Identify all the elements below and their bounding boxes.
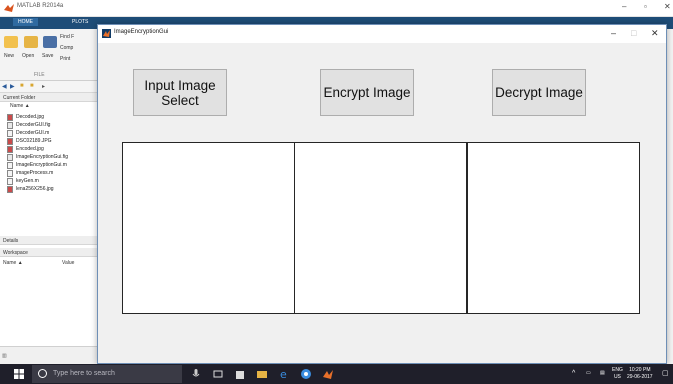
forward-arrow-icon[interactable]: ▶ xyxy=(10,83,15,90)
battery-icon[interactable]: ▭ xyxy=(586,370,591,377)
list-item[interactable]: imageProcess.m xyxy=(7,170,97,177)
input-language[interactable]: ENG US xyxy=(612,367,623,381)
close-icon[interactable]: ✕ xyxy=(664,2,671,11)
browse-folder-icon[interactable]: ■ xyxy=(30,83,34,89)
new-button[interactable]: New xyxy=(4,53,14,59)
fig-file-icon xyxy=(7,154,13,161)
image-file-icon xyxy=(7,186,13,193)
figure-titlebar[interactable]: ImageEncryptionGui – □ ✕ xyxy=(98,25,666,43)
file-group-label: FILE xyxy=(34,72,45,78)
keyboard-icon[interactable]: ▤ xyxy=(600,370,605,377)
encrypt-image-button[interactable]: Encrypt Image xyxy=(320,69,414,116)
save-button[interactable]: Save xyxy=(42,53,53,59)
restore-icon[interactable]: ▫ xyxy=(644,2,647,11)
fig-file-icon xyxy=(7,122,13,129)
workspace-header: Workspace xyxy=(0,248,98,257)
m-file-icon xyxy=(7,162,13,169)
matlab-logo-icon xyxy=(4,4,14,12)
close-icon[interactable]: ✕ xyxy=(651,28,659,39)
open-folder-icon[interactable] xyxy=(24,36,38,48)
tray-chevron-icon[interactable]: ^ xyxy=(572,370,575,377)
list-item[interactable]: keyGen.m xyxy=(7,178,97,185)
details-header[interactable]: Details xyxy=(0,236,98,245)
input-image-select-button[interactable]: Input Image Select xyxy=(133,69,227,116)
windows-start-icon[interactable] xyxy=(14,369,24,379)
list-item[interactable]: Encoded.jpg xyxy=(7,146,97,153)
image-file-icon xyxy=(7,146,13,153)
image-encryption-gui-window: ImageEncryptionGui – □ ✕ Input Image Sel… xyxy=(97,24,667,364)
print-button[interactable]: Print xyxy=(60,56,70,62)
taskbar-search-box[interactable]: Type here to search xyxy=(32,365,182,383)
minimize-icon[interactable]: – xyxy=(611,28,616,38)
decrypted-image-axes xyxy=(467,142,640,314)
name-column-header[interactable]: Name ▲ xyxy=(10,103,30,109)
matlab-window-title: MATLAB R2014a xyxy=(17,3,64,9)
status-grip-icon: ▥ xyxy=(2,353,7,359)
matlab-taskbar-icon[interactable] xyxy=(322,368,334,380)
matlab-right-panel-edge xyxy=(666,29,673,364)
list-item[interactable]: ImageEncryptionGui.m xyxy=(7,162,97,169)
folder-up-icon[interactable]: ■ xyxy=(20,83,24,89)
microphone-icon[interactable] xyxy=(190,368,202,380)
new-icon[interactable] xyxy=(4,36,18,48)
list-item[interactable]: DecoderGUI.fig xyxy=(7,122,97,129)
m-file-icon xyxy=(7,178,13,185)
m-file-icon xyxy=(7,170,13,177)
minimize-icon[interactable]: – xyxy=(622,2,626,11)
figure-title: ImageEncryptionGui xyxy=(114,29,169,35)
chrome-icon[interactable] xyxy=(300,368,312,380)
matlab-figure-icon xyxy=(102,29,111,38)
edge-browser-icon[interactable]: e xyxy=(278,368,290,380)
maximize-icon[interactable]: □ xyxy=(631,28,636,38)
tab-home[interactable]: HOME xyxy=(13,18,38,26)
image-file-icon xyxy=(7,114,13,121)
decrypt-image-button[interactable]: Decrypt Image xyxy=(492,69,586,116)
cortana-search-icon xyxy=(38,369,47,378)
open-button[interactable]: Open xyxy=(22,53,34,59)
workspace-value-column[interactable]: Value xyxy=(62,260,74,266)
clock[interactable]: 10:20 PM 29-06-2017 xyxy=(627,367,653,381)
current-folder-panel: Name ▲ Decoded.jpg DecoderGUI.fig Decode… xyxy=(0,102,98,233)
input-image-axes xyxy=(122,142,295,314)
tab-plots[interactable]: PLOTS xyxy=(72,19,88,25)
file-explorer-icon[interactable] xyxy=(256,368,268,380)
find-files-button[interactable]: Find F xyxy=(60,34,74,40)
matlab-status-bar: ▥ xyxy=(0,346,98,364)
matlab-titlebar: MATLAB R2014a – ▫ ✕ xyxy=(0,0,673,17)
workspace-panel: Name ▲ Value xyxy=(0,258,98,346)
image-file-icon xyxy=(7,138,13,145)
folder-address-bar[interactable]: ◀ ▶ ■ ■ ▸ xyxy=(0,81,98,93)
svg-text:e: e xyxy=(280,368,287,380)
encrypted-image-axes xyxy=(294,142,467,314)
store-icon[interactable] xyxy=(234,368,246,380)
path-chevron-icon: ▸ xyxy=(42,84,46,90)
workspace-name-column[interactable]: Name ▲ xyxy=(3,260,23,266)
compare-button[interactable]: Comp xyxy=(60,45,73,51)
save-icon[interactable] xyxy=(43,36,57,48)
action-center-icon[interactable]: ▢ xyxy=(662,370,669,377)
windows-taskbar: Type here to search e ^ ▭ ▤ ENG US 10:20 … xyxy=(0,364,673,384)
current-folder-header: Current Folder xyxy=(0,93,98,102)
search-placeholder: Type here to search xyxy=(53,370,115,377)
list-item[interactable]: ImageEncryptionGui.fig xyxy=(7,154,97,161)
list-item[interactable]: lena256X256.jpg xyxy=(7,186,97,193)
back-arrow-icon[interactable]: ◀ xyxy=(2,83,7,90)
m-file-icon xyxy=(7,130,13,137)
list-item[interactable]: Decoded.jpg xyxy=(7,114,97,121)
task-view-icon[interactable] xyxy=(212,368,224,380)
list-item[interactable]: DecoderGUI.m xyxy=(7,130,97,137)
list-item[interactable]: DSC02189.JPG xyxy=(7,138,97,145)
ribbon-toolstrip: New Open Save Find F Comp Print FILE xyxy=(0,29,98,81)
